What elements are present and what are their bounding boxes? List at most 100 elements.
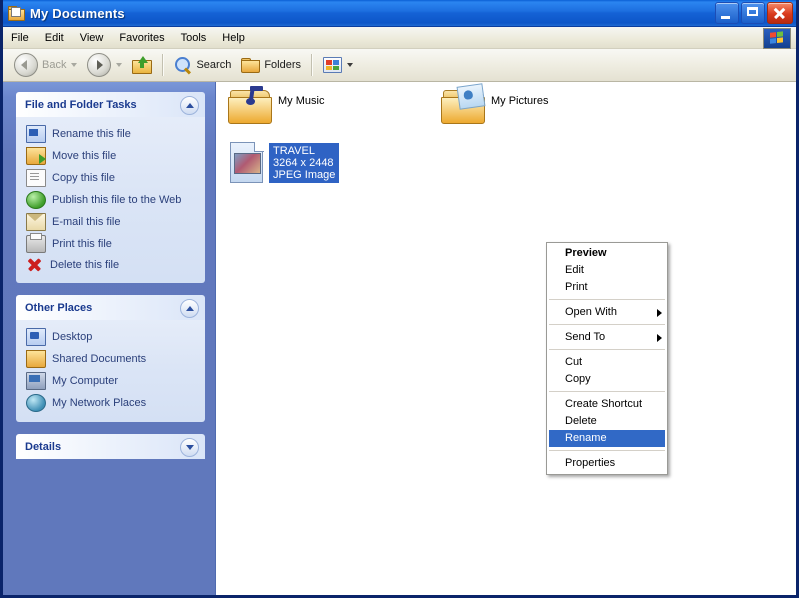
- chevron-down-icon[interactable]: [180, 438, 199, 457]
- forward-button[interactable]: [82, 53, 127, 77]
- explorer-window: My Documents File Edit View Favorites To…: [0, 0, 799, 598]
- menu-file[interactable]: File: [3, 29, 37, 47]
- copy-icon: [26, 169, 46, 187]
- folders-button[interactable]: Folders: [236, 53, 306, 77]
- my-computer-icon: [26, 372, 46, 390]
- context-menu-separator: [549, 450, 665, 452]
- context-menu[interactable]: Preview Edit Print Open With Send To Cut…: [546, 242, 668, 475]
- context-menu-item-properties[interactable]: Properties: [547, 455, 667, 472]
- folder-music-icon: [228, 86, 272, 124]
- file-name: TRAVEL: [273, 145, 315, 157]
- views-button[interactable]: [318, 53, 358, 77]
- submenu-arrow-icon: [657, 309, 662, 317]
- jpeg-file-icon: [230, 142, 264, 184]
- title-bar: My Documents: [3, 0, 796, 27]
- submenu-arrow-icon: [657, 334, 662, 342]
- place-shared-documents[interactable]: Shared Documents: [22, 348, 199, 370]
- panel-header[interactable]: Other Places: [16, 295, 205, 320]
- window-controls: [715, 2, 793, 24]
- task-label: Print this file: [52, 238, 112, 250]
- context-menu-item-open-with[interactable]: Open With: [547, 304, 667, 321]
- panel-details: Details: [16, 434, 205, 459]
- maximize-button[interactable]: [741, 2, 765, 24]
- context-menu-label: Send To: [565, 331, 606, 343]
- file-item-my-pictures[interactable]: My Pictures: [441, 83, 548, 124]
- toolbar: Back Search Folders: [3, 49, 796, 82]
- context-menu-separator: [549, 324, 665, 326]
- context-menu-item-edit[interactable]: Edit: [547, 262, 667, 279]
- up-button[interactable]: [127, 53, 157, 77]
- task-label: Copy this file: [52, 172, 115, 184]
- task-email-this-file[interactable]: E-mail this file: [22, 211, 199, 233]
- task-copy-this-file[interactable]: Copy this file: [22, 167, 199, 189]
- task-delete-this-file[interactable]: Delete this file: [22, 255, 199, 275]
- menu-help[interactable]: Help: [214, 29, 253, 47]
- network-places-icon: [26, 394, 46, 412]
- chevron-up-icon[interactable]: [180, 96, 199, 115]
- folder-icon: [241, 57, 261, 73]
- place-my-network-places[interactable]: My Network Places: [22, 392, 199, 414]
- panel-title: File and Folder Tasks: [25, 98, 137, 111]
- window-title: My Documents: [30, 5, 125, 21]
- context-menu-item-print[interactable]: Print: [547, 279, 667, 296]
- menu-favorites[interactable]: Favorites: [111, 29, 172, 47]
- menu-tools[interactable]: Tools: [173, 29, 215, 47]
- task-move-this-file[interactable]: Move this file: [22, 145, 199, 167]
- context-menu-item-cut[interactable]: Cut: [547, 354, 667, 371]
- publish-globe-icon: [26, 191, 46, 209]
- up-folder-icon: [132, 56, 153, 74]
- back-button[interactable]: Back: [9, 53, 82, 77]
- menu-edit[interactable]: Edit: [37, 29, 72, 47]
- chevron-down-icon: [71, 63, 78, 67]
- context-menu-item-send-to[interactable]: Send To: [547, 329, 667, 346]
- magnifier-icon: [174, 56, 192, 75]
- panel-title: Details: [25, 440, 62, 453]
- place-label: My Computer: [52, 375, 119, 387]
- place-label: My Network Places: [52, 397, 147, 409]
- context-menu-item-delete[interactable]: Delete: [547, 413, 667, 430]
- task-label: E-mail this file: [52, 216, 121, 228]
- search-label: Search: [196, 59, 232, 71]
- panel-body: Rename this file Move this file Copy thi…: [16, 117, 205, 283]
- search-button[interactable]: Search: [169, 53, 236, 77]
- toolbar-separator: [162, 54, 165, 76]
- context-menu-item-rename[interactable]: Rename: [549, 430, 665, 447]
- context-menu-item-create-shortcut[interactable]: Create Shortcut: [547, 396, 667, 413]
- close-button[interactable]: [767, 2, 793, 24]
- place-desktop[interactable]: Desktop: [22, 326, 199, 348]
- task-label: Rename this file: [52, 128, 131, 140]
- chevron-up-icon[interactable]: [180, 299, 199, 318]
- file-item-travel[interactable]: TRAVEL 3264 x 2448 JPEG Image: [230, 142, 339, 184]
- folder-pictures-icon: [441, 83, 486, 124]
- file-item-label-selected: TRAVEL 3264 x 2448 JPEG Image: [270, 144, 339, 182]
- delete-x-icon: [26, 257, 44, 273]
- panel-title: Other Places: [25, 301, 93, 314]
- place-label: Desktop: [52, 331, 93, 343]
- panel-header[interactable]: Details: [16, 434, 205, 459]
- task-rename-this-file[interactable]: Rename this file: [22, 123, 199, 145]
- context-menu-item-preview[interactable]: Preview: [547, 245, 667, 262]
- file-list-area[interactable]: My Music My Pictures TRAVEL 3264 x 2448 …: [216, 82, 796, 595]
- task-print-this-file[interactable]: Print this file: [22, 233, 199, 255]
- file-dimensions: 3264 x 2448: [273, 157, 334, 169]
- menu-bar: File Edit View Favorites Tools Help: [3, 27, 796, 49]
- task-publish-this-file-to-the-web[interactable]: Publish this file to the Web: [22, 189, 199, 211]
- print-icon: [26, 233, 46, 253]
- file-item-label: My Music: [278, 95, 325, 107]
- context-menu-item-copy[interactable]: Copy: [547, 371, 667, 388]
- place-my-computer[interactable]: My Computer: [22, 370, 199, 392]
- place-label: Shared Documents: [52, 353, 147, 365]
- menu-view[interactable]: View: [72, 29, 112, 47]
- context-menu-label: Open With: [565, 306, 617, 318]
- folder-document-icon: [8, 6, 25, 21]
- chevron-down-icon: [116, 63, 123, 67]
- back-label: Back: [42, 59, 67, 71]
- task-label: Publish this file to the Web: [52, 194, 182, 206]
- rename-icon: [26, 125, 46, 143]
- minimize-button[interactable]: [715, 2, 739, 24]
- panel-header[interactable]: File and Folder Tasks: [16, 92, 205, 117]
- panel-file-and-folder-tasks: File and Folder Tasks Rename this file M…: [16, 92, 205, 283]
- file-item-my-music[interactable]: My Music: [228, 86, 324, 124]
- back-arrow-icon: [14, 53, 38, 77]
- task-label: Move this file: [52, 150, 117, 162]
